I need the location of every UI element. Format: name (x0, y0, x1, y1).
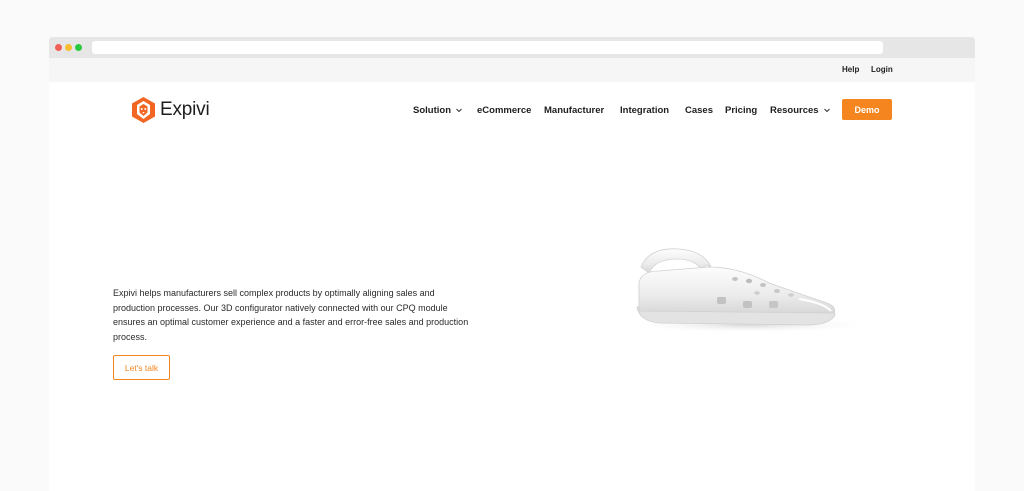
nav-label: Pricing (725, 104, 758, 116)
brand-logo[interactable]: Expivi (132, 96, 214, 124)
nav-item-solution[interactable]: Solution (413, 104, 463, 116)
address-bar[interactable] (92, 41, 883, 54)
help-link[interactable]: Help (842, 65, 859, 74)
utility-bar: Help Login (49, 58, 975, 82)
nav-label: Cases (685, 104, 713, 116)
nav-label: Manufacturer (544, 104, 605, 116)
nav-label: Solution (413, 104, 451, 116)
nav-label: eCommerce (477, 104, 532, 116)
nav-label: Integration (620, 104, 670, 116)
chevron-down-icon (456, 108, 462, 113)
nav-item-pricing[interactable]: Pricing (725, 104, 757, 116)
demo-button[interactable]: Demo (842, 99, 892, 120)
minimize-dot-icon[interactable] (65, 44, 72, 51)
lion-head-icon (132, 97, 155, 123)
login-link[interactable]: Login (871, 65, 893, 74)
nav-item-integration[interactable]: Integration (620, 104, 669, 116)
browser-chrome (49, 37, 975, 58)
chevron-down-icon (823, 108, 830, 113)
nav-item-cases[interactable]: Cases (685, 104, 713, 116)
maximize-dot-icon[interactable] (75, 44, 82, 51)
brand-name: Expivi (160, 99, 210, 120)
lets-talk-button[interactable]: Let's talk (113, 355, 170, 380)
nav-item-ecommerce[interactable]: eCommerce (477, 104, 531, 116)
nav-item-manufacturer[interactable]: Manufacturer (544, 104, 604, 116)
nav-item-resources[interactable]: Resources (770, 104, 831, 116)
nav-label: Resources (770, 104, 819, 116)
hero-description: Expivi helps manufacturers sell complex … (113, 288, 469, 342)
close-dot-icon[interactable] (55, 44, 62, 51)
clog-shoe-image (624, 248, 874, 333)
browser-window: Help Login Expivi Solution eCommerce Man… (49, 37, 975, 491)
